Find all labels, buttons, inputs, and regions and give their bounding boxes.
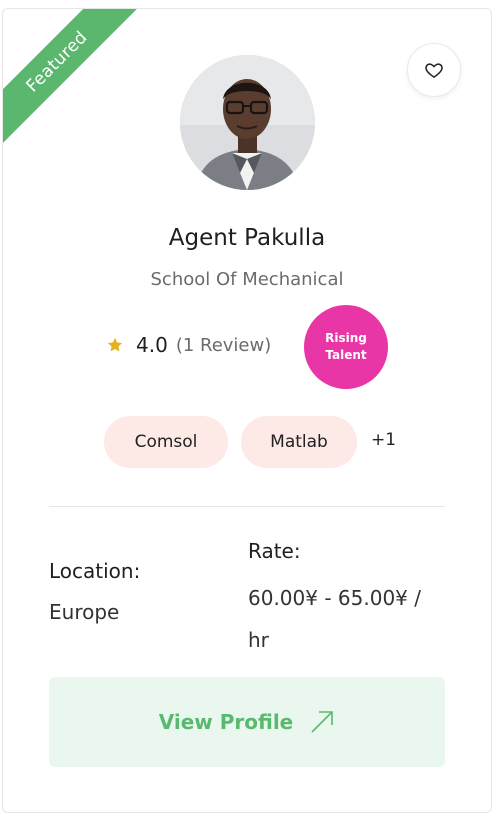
department: School Of Mechanical (150, 269, 344, 290)
freelancer-card: Featured Agent Pakulla School Of Mechani… (2, 8, 492, 813)
location-label: Location: (49, 559, 141, 583)
review-count: (1 Review) (175, 334, 272, 356)
freelancer-name[interactable]: Agent Pakulla (3, 225, 491, 251)
skill-tag-matlab[interactable]: Matlab (241, 416, 357, 468)
featured-label: Featured (3, 9, 142, 147)
rating: 4.0 (1 Review) (106, 333, 271, 357)
skill-tag-comsol[interactable]: Comsol (104, 416, 228, 468)
rising-talent-badge: Rising Talent (304, 305, 388, 389)
heart-icon (425, 63, 443, 78)
rate-value: 60.00¥ - 65.00¥ / hr (248, 586, 421, 652)
avatar (180, 55, 315, 190)
divider (49, 506, 445, 507)
badge-line-1: Rising (325, 331, 367, 345)
more-skills-count[interactable]: +1 (371, 430, 396, 450)
featured-ribbon: Featured (3, 9, 153, 159)
view-profile-button[interactable]: View Profile (49, 677, 445, 767)
favorite-button[interactable] (407, 43, 461, 97)
view-profile-label: View Profile (158, 710, 294, 734)
location-value: Europe (49, 600, 120, 624)
arrow-up-right-icon (311, 711, 334, 733)
badge-line-2: Talent (325, 348, 367, 362)
rating-score: 4.0 (136, 333, 168, 357)
star-icon (107, 337, 123, 352)
rate-label: Rate: (248, 539, 301, 563)
